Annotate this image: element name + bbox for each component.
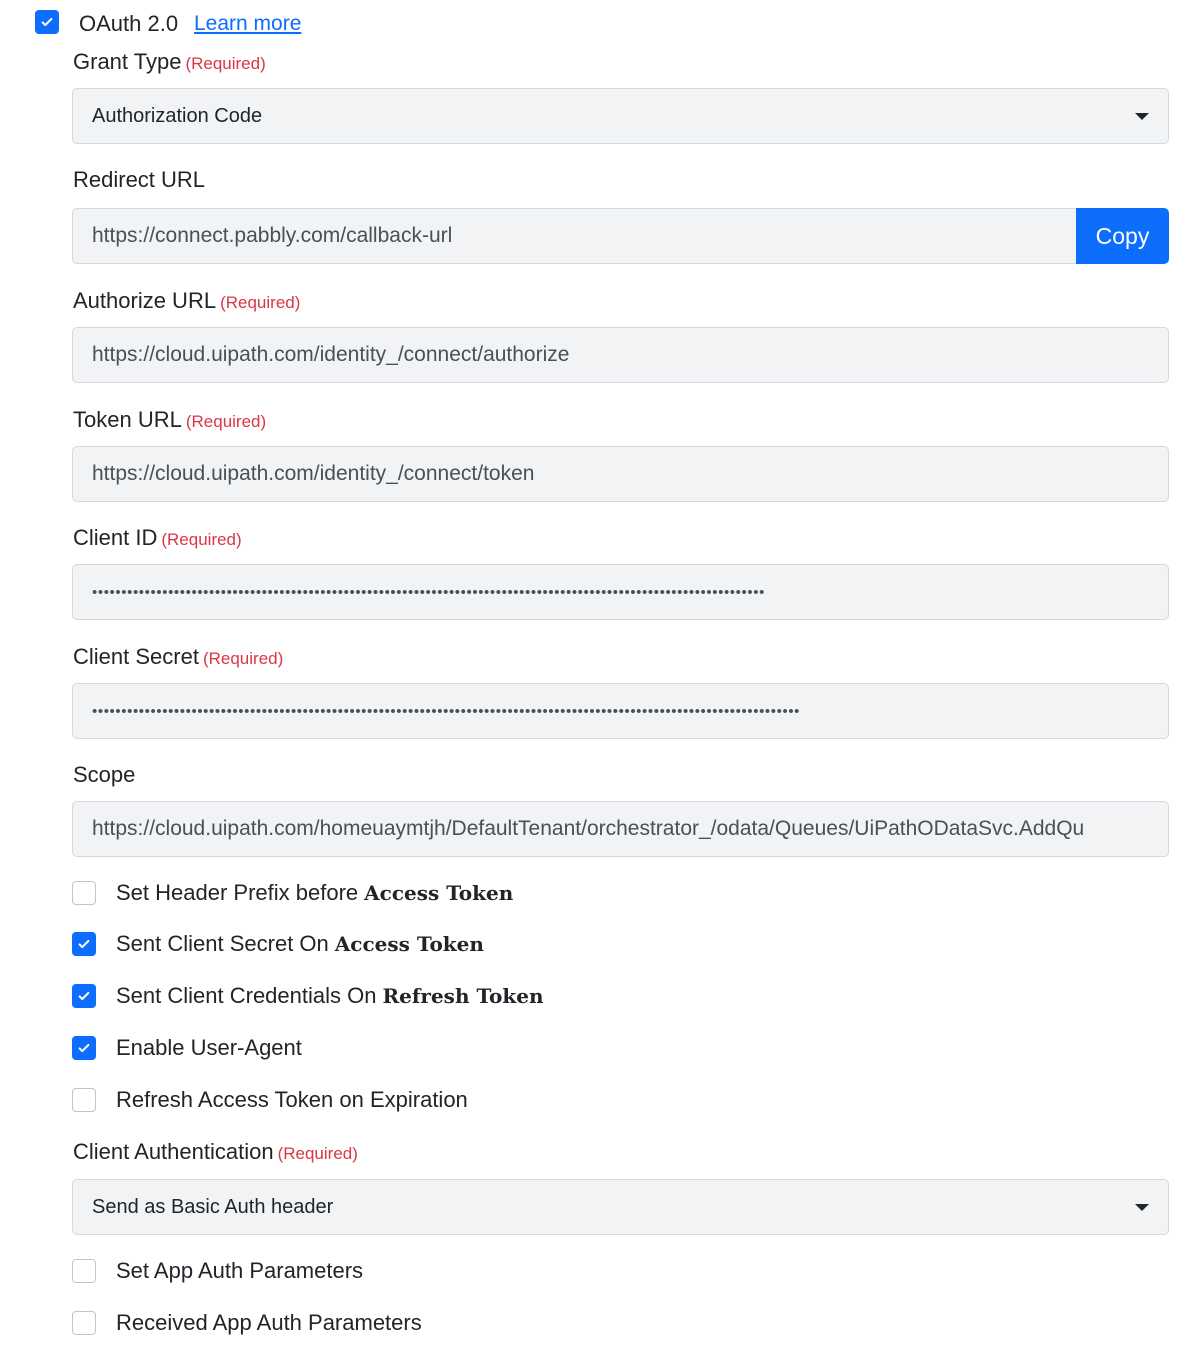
client-secret-input[interactable]: ••••••••••••••••••••••••••••••••••••••••… xyxy=(72,683,1169,739)
required-tag: (Required) xyxy=(202,649,284,668)
option-received-app-auth[interactable]: Received App Auth Parameters xyxy=(72,1310,422,1336)
required-tag: (Required) xyxy=(161,530,242,549)
token-url-input[interactable]: https://cloud.uipath.com/identity_/conne… xyxy=(72,446,1169,502)
scope-input[interactable]: https://cloud.uipath.com/homeuaymtjh/Def… xyxy=(72,801,1169,857)
oauth-checkbox[interactable] xyxy=(35,10,59,34)
chevron-down-icon xyxy=(1135,1204,1149,1211)
chevron-down-icon xyxy=(1135,113,1149,120)
client-auth-select[interactable]: Send as Basic Auth header xyxy=(72,1179,1169,1235)
option-header-prefix[interactable]: Set Header Prefix before Access Token xyxy=(72,880,513,906)
check-icon xyxy=(78,939,90,949)
user-agent-checkbox[interactable] xyxy=(72,1036,96,1060)
credentials-on-refresh-checkbox[interactable] xyxy=(72,984,96,1008)
check-icon xyxy=(78,991,90,1001)
client-id-input[interactable]: ••••••••••••••••••••••••••••••••••••••••… xyxy=(72,564,1169,620)
required-tag: (Required) xyxy=(185,54,266,73)
oauth-title: OAuth 2.0 xyxy=(79,11,179,36)
refresh-on-expiration-checkbox[interactable] xyxy=(72,1088,96,1112)
header-prefix-checkbox[interactable] xyxy=(72,881,96,905)
option-refresh-on-expiration[interactable]: Refresh Access Token on Expiration xyxy=(72,1087,468,1113)
option-user-agent[interactable]: Enable User-Agent xyxy=(72,1035,302,1061)
token-url-label: Token URL (Required) xyxy=(73,407,267,432)
received-app-auth-checkbox[interactable] xyxy=(72,1311,96,1335)
grant-type-label: Grant Type (Required) xyxy=(73,49,266,74)
secret-on-access-checkbox[interactable] xyxy=(72,932,96,956)
authorize-url-input[interactable]: https://cloud.uipath.com/identity_/conne… xyxy=(72,327,1169,383)
grant-type-select[interactable]: Authorization Code xyxy=(72,88,1169,144)
redirect-url-label: Redirect URL xyxy=(73,167,206,192)
required-tag: (Required) xyxy=(185,412,267,431)
client-id-label: Client ID (Required) xyxy=(73,525,242,550)
set-app-auth-checkbox[interactable] xyxy=(72,1259,96,1283)
redirect-url-field[interactable]: https://connect.pabbly.com/callback-url xyxy=(72,208,1077,264)
learn-more-link[interactable]: Learn more xyxy=(194,12,301,36)
client-secret-label: Client Secret (Required) xyxy=(73,644,284,669)
required-tag: (Required) xyxy=(277,1144,358,1163)
option-secret-on-access[interactable]: Sent Client Secret On Access Token xyxy=(72,931,484,957)
copy-button[interactable]: Copy xyxy=(1076,208,1169,264)
client-auth-label: Client Authentication (Required) xyxy=(73,1139,358,1164)
authorize-url-label: Authorize URL (Required) xyxy=(73,288,301,313)
scope-label: Scope xyxy=(73,762,136,787)
check-icon xyxy=(41,17,53,27)
option-set-app-auth[interactable]: Set App Auth Parameters xyxy=(72,1258,363,1284)
required-tag: (Required) xyxy=(220,293,301,312)
option-credentials-on-refresh[interactable]: Sent Client Credentials On Refresh Token xyxy=(72,983,544,1009)
check-icon xyxy=(78,1043,90,1053)
